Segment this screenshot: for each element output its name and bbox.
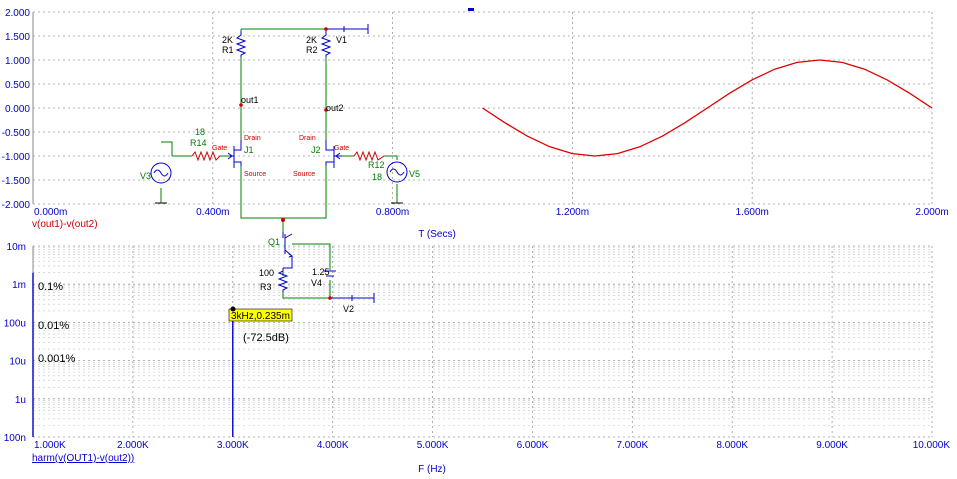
r14-value: 18 [195,127,205,137]
harmonics-y-tick-label: 100u [4,318,26,329]
transient-x-tick-label: 0.000m [34,207,67,218]
transient-y-tick-label: -0.500 [2,128,31,139]
level-label-0.1pct: 0.1% [38,281,63,293]
v4-value: 1.25 [312,267,330,277]
r12-name: R12 [368,160,385,170]
harmonics-y-tick-label: 10m [7,242,26,253]
r12-value: 18 [372,172,382,182]
v3-name: V3 [140,171,151,181]
transient-y-tick-label: 1.000 [5,56,30,67]
harmonics-y-tick-label: 1m [12,280,26,291]
harmonics-x-tick-label: 1.000K [34,440,66,451]
j2-name: J2 [311,145,321,155]
harmonics-trace-label[interactable]: harm(v(OUT1)-v(out2)) [32,453,134,464]
harmonics-x-tick-label: 4.000K [317,440,349,451]
transient-y-tick-label: -1.500 [2,176,31,187]
r1-name: R1 [222,45,234,55]
harmonics-x-tick-label: 9.000K [816,440,848,451]
j2-source-label: Source [293,171,315,178]
r2-value: 2K [306,35,317,45]
j1-drain-label: Drain [244,135,261,142]
transient-y-tick-label: 0.000 [5,104,30,115]
harmonics-x-tick-label: 3.000K [217,440,249,451]
plot-marker-icon [468,8,474,11]
harmonics-y-tick-label: 100n [4,433,26,444]
transient-x-tick-label: 0.400m [196,207,229,218]
r3-value: 100 [259,268,274,278]
j1-gate-label: Gate [212,145,227,152]
j1-source-label: Source [244,171,266,178]
r3-name: R3 [260,282,272,292]
j2-drain-label: Drain [299,135,316,142]
transient-y-tick-label: 0.500 [5,80,30,91]
harmonics-x-axis-label: F (Hz) [418,464,446,475]
vdd-node [324,27,328,31]
v4-name: V4 [311,278,322,288]
level-label-0.01pct: 0.01% [38,320,69,332]
harmonics-x-tick-label: 7.000K [616,440,648,451]
harmonic-db-label: (-72.5dB) [243,332,289,344]
tail-node [281,218,285,222]
r1-value: 2K [222,35,233,45]
level-label-0.001pct: 0.001% [38,353,76,365]
harmonics-y-tick-label: 1u [15,395,26,406]
transient-y-tick-label: 2.000 [5,8,30,19]
v2-name: V2 [343,304,354,314]
transient-x-tick-label: 1.600m [736,207,769,218]
harmonics-y-tick-label: 10u [9,357,26,368]
transient-x-tick-label: 2.000m [915,207,948,218]
v1-name: V1 [336,35,347,45]
harmonics-x-tick-label: 6.000K [517,440,549,451]
out1-label: out1 [241,95,259,105]
transient-x-tick-label: 0.800m [376,207,409,218]
transient-x-tick-label: 1.200m [556,207,589,218]
harmonics-x-tick-label: 8.000K [716,440,748,451]
tooltip-text: 3kHz,0.235m [231,311,290,322]
transient-trace-label[interactable]: v(out1)-v(out2) [32,219,98,230]
harmonics-x-tick-label: 10.000K [913,440,951,451]
transient-y-tick-label: -2.000 [2,200,31,211]
v5-name: V5 [409,169,420,179]
j1-name: J1 [244,145,254,155]
q1-name: Q1 [268,237,280,247]
harmonic-marker-tooltip: 3kHz,0.235m [228,308,293,322]
transient-x-axis-label: T (Secs) [418,229,456,240]
transient-y-tick-label: -1.000 [2,152,31,163]
r2-name: R2 [306,45,318,55]
v2-node [328,296,332,300]
out2-label: out2 [326,103,344,113]
harmonic-marker-dot[interactable] [230,306,236,312]
harmonics-x-tick-label: 5.000K [417,440,449,451]
r14-name: R14 [190,138,207,148]
j2-gate-label: Gate [334,145,349,152]
transient-y-tick-label: 1.500 [5,32,30,43]
analysis-window: 0.000m 0.400m 0.800m 1.200m 1.600m 2.000m 2.00… [0,0,957,479]
harmonics-x-tick-label: 2.000K [117,440,149,451]
